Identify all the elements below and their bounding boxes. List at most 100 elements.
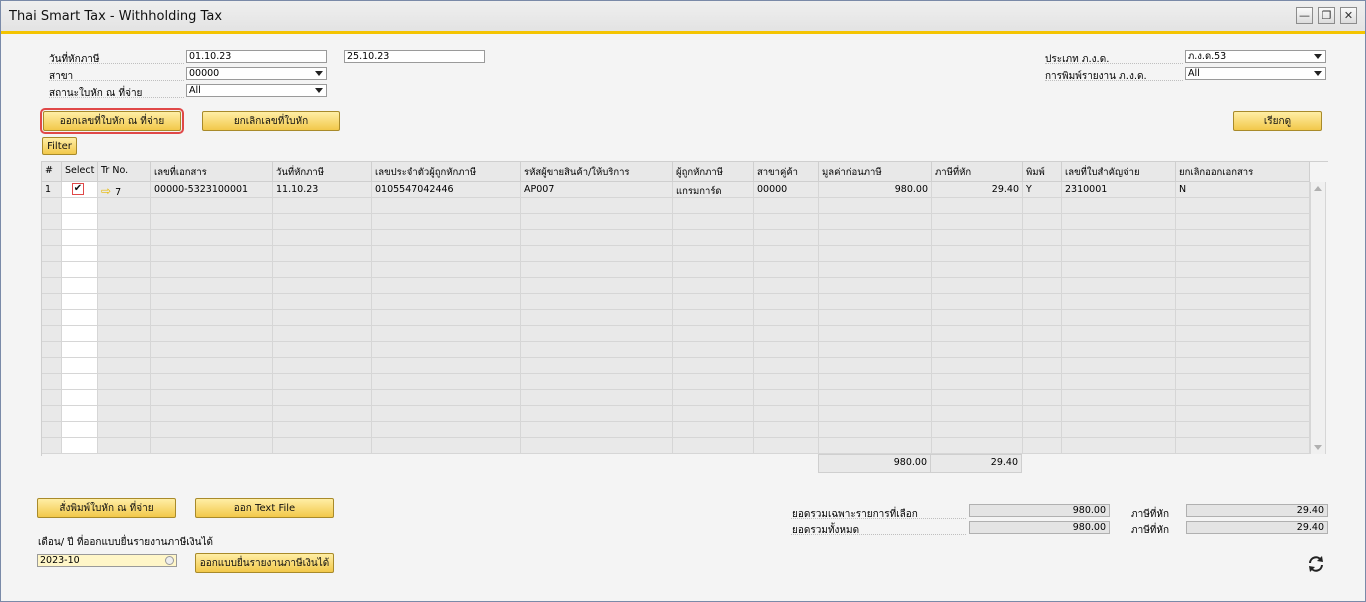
vertical-scrollbar[interactable] — [1310, 182, 1326, 454]
cell-selected[interactable]: ✔ — [62, 182, 98, 198]
calendar-icon[interactable] — [165, 556, 174, 565]
printed-col-header[interactable]: พิมพ์ — [1023, 162, 1062, 182]
empty-cell — [62, 406, 98, 422]
empty-cell — [98, 326, 151, 342]
empty-cell — [1062, 390, 1176, 406]
date-from-field[interactable]: 01.10.23 — [186, 50, 327, 63]
minimize-button[interactable]: — — [1296, 7, 1313, 24]
period-field[interactable]: 2023-10 — [37, 554, 177, 567]
empty-cell — [673, 406, 754, 422]
empty-cell — [1023, 390, 1062, 406]
empty-cell — [151, 358, 273, 374]
empty-cell — [98, 278, 151, 294]
empty-cell — [151, 438, 273, 454]
empty-cell — [1062, 358, 1176, 374]
empty-cell — [1023, 278, 1062, 294]
empty-cell — [98, 358, 151, 374]
wht-col-header[interactable]: ภาษีที่หัก — [932, 162, 1023, 182]
empty-cell — [819, 390, 932, 406]
restore-button[interactable]: ❐ — [1318, 7, 1335, 24]
issue-form-button[interactable]: ออกแบบยื่นรายงานภาษีเงินได้ — [195, 553, 334, 573]
empty-cell — [372, 358, 521, 374]
refresh-icon[interactable] — [1306, 554, 1326, 574]
empty-cell — [151, 262, 273, 278]
select-col-header[interactable]: Select — [62, 162, 98, 182]
empty-cell — [754, 214, 819, 230]
branch-col-header[interactable]: สาขาคู่ค้า — [754, 162, 819, 182]
select-checkbox[interactable]: ✔ — [72, 183, 84, 195]
cell-wht-date[interactable]: 11.10.23 — [273, 182, 372, 198]
empty-cell — [1176, 310, 1310, 326]
empty-cell — [1176, 198, 1310, 214]
branch-label: สาขา — [49, 71, 74, 82]
branch-dropdown[interactable]: 00000 — [186, 67, 327, 80]
cell-payee[interactable]: แกรมการ์ด — [673, 182, 754, 198]
view-button[interactable]: เรียกดู — [1233, 111, 1322, 131]
total-amount-before-tax: 980.00 — [818, 454, 931, 473]
pnd-type-dropdown[interactable]: ภ.ง.ด.53 — [1185, 50, 1326, 63]
empty-cell — [1023, 422, 1062, 438]
scroll-up-icon[interactable] — [1314, 186, 1322, 191]
cell-branch[interactable]: 00000 — [754, 182, 819, 198]
amount-col-header[interactable]: มูลค่าก่อนภาษี — [819, 162, 932, 182]
cert-status-dropdown[interactable]: All — [186, 84, 327, 97]
cancel-doc-col-header[interactable]: ยกเลิกออกเอกสาร — [1176, 162, 1310, 182]
empty-cell — [819, 342, 932, 358]
empty-cell — [1176, 374, 1310, 390]
empty-cell — [521, 310, 673, 326]
arrow-right-icon[interactable]: ⇨ — [101, 184, 111, 197]
empty-cell — [521, 342, 673, 358]
empty-cell — [1062, 294, 1176, 310]
empty-cell — [273, 278, 372, 294]
cell-payment-voucher[interactable]: 2310001 — [1062, 182, 1176, 198]
cell-tax-id[interactable]: 0105547042446 — [372, 182, 521, 198]
empty-cell — [521, 246, 673, 262]
empty-cell — [819, 198, 932, 214]
report-print-dropdown[interactable]: All — [1185, 67, 1326, 80]
all-total-line — [791, 534, 966, 535]
empty-cell — [1062, 278, 1176, 294]
empty-cell — [521, 278, 673, 294]
export-text-button[interactable]: ออก Text File — [195, 498, 334, 518]
payee-col-header[interactable]: ผู้ถูกหักภาษี — [673, 162, 754, 182]
empty-cell — [151, 406, 273, 422]
close-button[interactable]: ✕ — [1340, 7, 1357, 24]
cell-printed[interactable]: Y — [1023, 182, 1062, 198]
issue-cert-button[interactable]: ออกเลขที่ใบหัก ณ ที่จ่าย — [40, 108, 184, 134]
all-total-value: 980.00 — [969, 521, 1110, 534]
doc-no-col-header[interactable]: เลขที่เอกสาร — [151, 162, 273, 182]
cell-tr-no[interactable]: ⇨ 7 — [98, 182, 151, 198]
voucher-col-header[interactable]: เลขที่ใบสำคัญจ่าย — [1062, 162, 1176, 182]
vendor-code-col-header[interactable]: รหัสผู้ขายสินค้า/ให้บริการ — [521, 162, 673, 182]
empty-cell — [98, 294, 151, 310]
tax-id-col-header[interactable]: เลขประจำตัวผู้ถูกหักภาษี — [372, 162, 521, 182]
empty-cell — [1023, 198, 1062, 214]
empty-cell — [1176, 406, 1310, 422]
empty-cell — [754, 230, 819, 246]
cell-num[interactable]: 1 — [42, 182, 62, 198]
tr-no-col-header[interactable]: Tr No. — [98, 162, 151, 182]
cell-vendor-code[interactable]: AP007 — [521, 182, 673, 198]
empty-cell — [754, 374, 819, 390]
scroll-down-icon[interactable] — [1314, 445, 1322, 450]
cell-cancel-doc[interactable]: N — [1176, 182, 1310, 198]
empty-cell — [151, 278, 273, 294]
empty-cell — [372, 342, 521, 358]
empty-cell — [754, 246, 819, 262]
cancel-cert-button[interactable]: ยกเลิกเลขที่ใบหัก — [202, 111, 340, 131]
pnd-type-line — [1045, 63, 1183, 64]
selected-total-label: ยอดรวมเฉพาะรายการที่เลือก — [792, 509, 918, 520]
filter-button[interactable]: Filter — [42, 137, 77, 155]
wht-date-col-header[interactable]: วันที่หักภาษี — [273, 162, 372, 182]
date-to-field[interactable]: 25.10.23 — [344, 50, 485, 63]
cell-doc-no[interactable]: 00000-5323100001 — [151, 182, 273, 198]
empty-cell — [673, 438, 754, 454]
empty-cell — [1023, 262, 1062, 278]
empty-cell — [42, 294, 62, 310]
empty-cell — [62, 214, 98, 230]
print-cert-button[interactable]: สั่งพิมพ์ใบหัก ณ ที่จ่าย — [37, 498, 176, 518]
cell-wht[interactable]: 29.40 — [932, 182, 1023, 198]
cert-status-label: สถานะใบหัก ณ ที่จ่าย — [49, 88, 143, 99]
cell-amount-before-tax[interactable]: 980.00 — [819, 182, 932, 198]
num-col-header[interactable]: # — [42, 162, 62, 182]
